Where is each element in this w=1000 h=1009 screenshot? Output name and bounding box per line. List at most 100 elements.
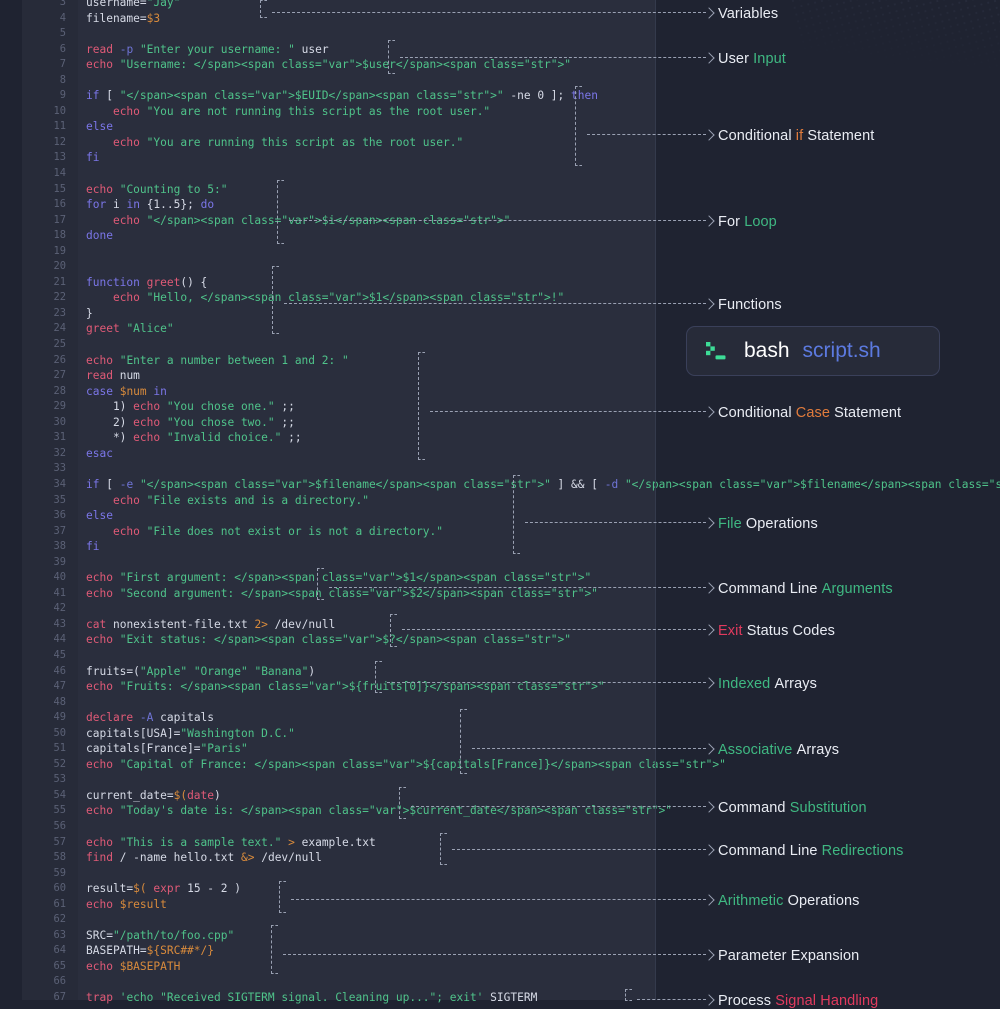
code-line: 18 done [22,228,656,244]
label-part: Arrays [792,742,840,758]
code-line: 65 echo $BASEPATH [22,959,656,975]
code-line: 24 greet "Alice" [22,321,656,337]
label-part: Command Line [718,843,822,859]
line-number: 46 [53,664,66,677]
line-number: 54 [53,788,66,801]
line-source: read num [86,369,140,383]
line-number: 13 [53,151,66,164]
annotation-label-3: For Loop [718,214,777,230]
label-part: Status Codes [742,623,835,639]
line-number: 33 [53,462,66,475]
label-part: Conditional [718,405,796,421]
arrow-head-icon [703,677,715,689]
annotation-bracket [460,709,467,774]
label-part: Arithmetic [718,893,784,909]
code-line: 57 echo "This is a sample text." > exampl… [22,835,656,851]
annotation-arrow [637,994,715,1006]
badge-filename: script.sh [802,339,881,362]
label-part: Exit [718,623,743,639]
line-source: echo "This is a sample text." > example.… [86,835,376,849]
annotation-label-1: User Input [718,51,786,67]
line-number: 19 [53,244,66,257]
line-number: 21 [53,275,66,288]
code-line: 10 echo "You are not running this script… [22,104,656,120]
annotation-label-2: Conditional if Statement [718,128,874,144]
label-part: User [718,51,754,67]
line-source: filename=$3 [86,11,161,25]
label-part: Input [753,51,786,67]
code-line: 53 [22,772,656,788]
arrow-head-icon [703,7,715,19]
label-part: Command [718,800,790,816]
line-number: 60 [53,882,66,895]
line-source: fi [86,540,100,554]
arrow-head-icon [703,801,715,813]
line-source: trap 'echo "Received SIGTERM signal. Cle… [86,991,538,1004]
line-source: if [ "</span><span class="var">$EUID</sp… [86,89,598,103]
line-number: 15 [53,182,66,195]
code-line: 6 read -p "Enter your username: " user [22,42,656,58]
line-number: 5 [59,27,66,40]
code-line: 56 [22,819,656,835]
badge-shell-name: bash [744,339,790,362]
code-line: 46 fruits=("Apple" "Orange" "Banana") [22,664,656,680]
annotation-bracket [575,86,582,166]
line-number: 41 [53,586,66,599]
line-source: echo "You are not running this script as… [112,104,491,118]
line-number: 56 [53,819,66,832]
annotation-bracket [279,881,286,913]
code-line: 50 capitals[USA]="Washington D.C." [22,726,656,742]
line-number: 11 [53,120,66,133]
annotation-label-12: Command Line Redirections [718,843,903,859]
annotation-bracket [399,787,406,819]
line-number: 66 [53,975,66,988]
line-number: 55 [53,804,66,817]
label-part: Conditional [718,128,796,144]
annotation-arrow [400,52,715,64]
line-number: 4 [59,11,66,24]
annotation-label-8: Exit Status Codes [718,623,835,639]
line-number: 29 [53,400,66,413]
code-line: 38 fi [22,539,656,555]
line-source: current_date=$(date) [86,788,221,802]
annotation-label-10: Associative Arrays [718,742,839,758]
line-source: find / -name hello.txt &> /dev/null [86,851,322,865]
annotation-arrow [525,517,715,529]
line-source: username="Jay" [86,0,181,9]
line-source: fruits=("Apple" "Orange" "Banana") [86,664,316,678]
line-source: echo "Counting to 5:" [86,182,228,196]
code-line: 14 [22,166,656,182]
line-source: declare -A capitals [86,711,215,725]
line-source: echo "You are running this script as the… [112,135,464,149]
code-line: 32 esac [22,446,656,462]
label-part: Parameter Expansion [718,948,860,964]
line-source: echo "File exists and is a directory." [112,493,369,507]
annotation-arrow [587,129,715,141]
label-part: Operations [741,516,818,532]
label-part: Arrays [770,676,817,692]
line-number: 27 [53,369,66,382]
annotation-arrow [329,582,715,594]
line-source: for i in {1..5}; do [86,198,215,212]
annotation-arrow [289,215,715,227]
code-line: 31 *) echo "Invalid choice." ;; [22,430,656,446]
line-number: 3 [59,0,66,8]
line-source: capitals[France]="Paris" [86,742,248,756]
annotation-bracket [317,568,324,600]
line-source: 2) echo "You chose two." ;; [86,415,295,429]
annotation-bracket [271,925,278,974]
code-line: 12 echo "You are running this script as … [22,135,656,151]
label-part: Statement [830,405,902,421]
line-source: esac [86,446,113,460]
annotation-arrow [472,743,715,755]
annotation-arrow [402,624,715,636]
line-number: 47 [53,680,66,693]
annotation-bracket [388,40,395,74]
annotation-label-4: Functions [718,297,782,313]
code-content[interactable]: 3 username="Jay" 4 filename=$3 5 6 read -p "En… [22,0,1000,1004]
code-line: 42 [22,601,656,617]
code-line: 63 SRC="/path/to/foo.cpp" [22,928,656,944]
line-number: 63 [53,928,66,941]
annotation-label-0: Variables [718,6,778,22]
line-source: echo "File does not exist or is not a di… [112,524,444,538]
